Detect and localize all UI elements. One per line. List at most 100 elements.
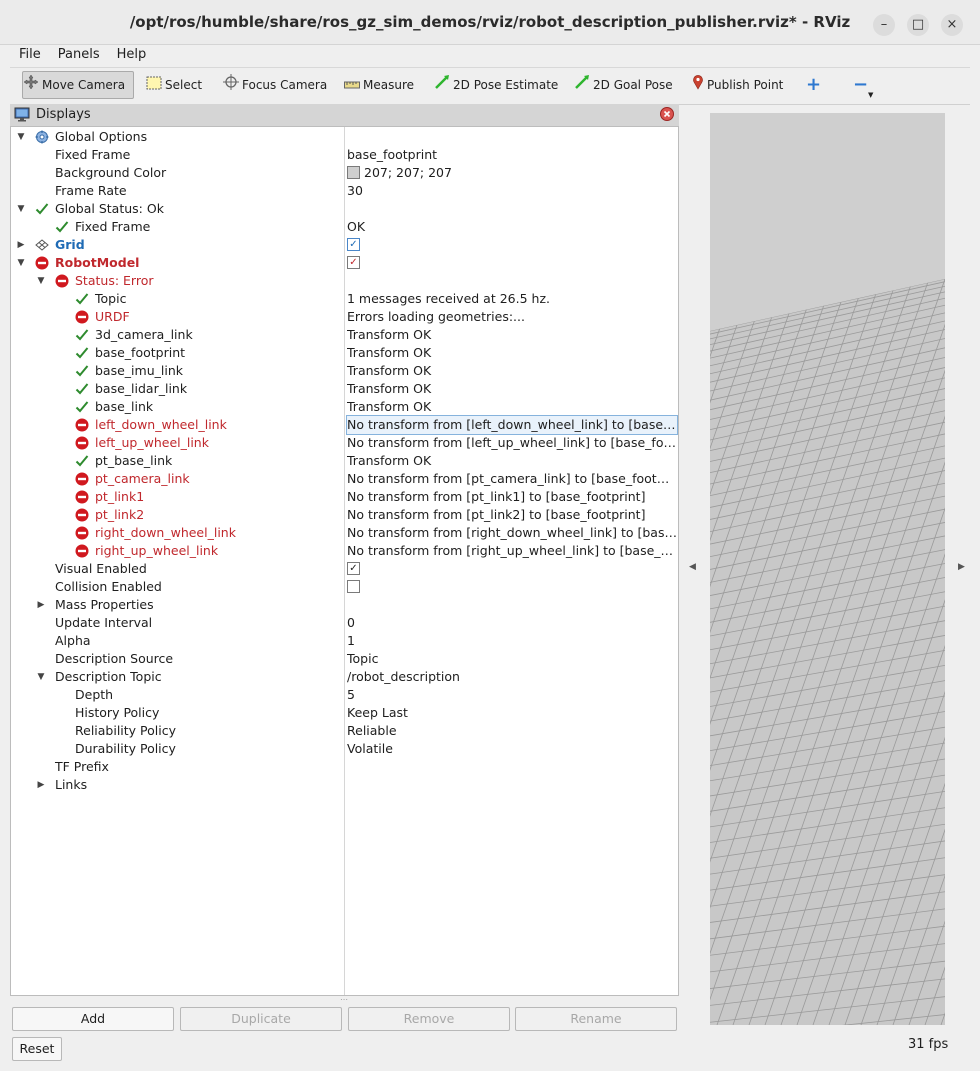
pose-estimate-tool[interactable]: 2D Pose Estimate bbox=[434, 72, 558, 98]
expand-right-icon[interactable]: ▶ bbox=[15, 236, 27, 254]
property-value[interactable]: No transform from [pt_link1] to [base_fo… bbox=[347, 488, 677, 506]
expand-right-icon[interactable]: ▶ bbox=[35, 596, 47, 614]
rename-button[interactable]: Rename bbox=[515, 1007, 677, 1031]
property-value[interactable]: Volatile bbox=[347, 740, 677, 758]
add-tool-button[interactable]: + bbox=[806, 72, 821, 98]
maximize-button[interactable]: □ bbox=[907, 14, 929, 36]
property-value[interactable]: base_footprint bbox=[347, 146, 677, 164]
enable-checkbox[interactable]: ✓ bbox=[347, 256, 360, 269]
add-display-button[interactable]: Add bbox=[12, 1007, 174, 1031]
property-value[interactable]: No transform from [right_up_wheel_link] … bbox=[347, 542, 677, 560]
property-value[interactable]: Topic bbox=[347, 650, 677, 668]
property-value[interactable]: 5 bbox=[347, 686, 677, 704]
property-value[interactable]: Transform OK bbox=[347, 380, 677, 398]
tree-row[interactable]: Update Interval 0 bbox=[11, 614, 678, 632]
reset-button[interactable]: Reset bbox=[12, 1037, 62, 1061]
tree-row[interactable]: Fixed Frame base_footprint bbox=[11, 146, 678, 164]
tree-row[interactable]: pt_camera_link No transform from [pt_came… bbox=[11, 470, 678, 488]
render-viewport[interactable] bbox=[688, 104, 970, 1034]
property-value[interactable]: No transform from [pt_link2] to [base_fo… bbox=[347, 506, 677, 524]
expand-right-icon[interactable]: ▶ bbox=[35, 776, 47, 794]
property-value[interactable]: OK bbox=[347, 218, 677, 236]
tree-row[interactable]: Visual Enabled ✓ bbox=[11, 560, 678, 578]
tree-row[interactable]: base_footprint Transform OK bbox=[11, 344, 678, 362]
tree-row[interactable]: Collision Enabled bbox=[11, 578, 678, 596]
tree-row[interactable]: ▶ Grid ✓ bbox=[11, 236, 678, 254]
close-window-button[interactable]: × bbox=[941, 14, 963, 36]
tree-row[interactable]: Fixed Frame OK bbox=[11, 218, 678, 236]
color-swatch[interactable] bbox=[347, 166, 360, 179]
tree-row[interactable]: base_link Transform OK bbox=[11, 398, 678, 416]
tree-row[interactable]: base_imu_link Transform OK bbox=[11, 362, 678, 380]
enable-checkbox[interactable]: ✓ bbox=[347, 562, 360, 575]
tree-row[interactable]: Background Color 207; 207; 207 bbox=[11, 164, 678, 182]
property-value[interactable]: 1 bbox=[347, 632, 677, 650]
tree-row[interactable]: Topic 1 messages received at 26.5 hz. bbox=[11, 290, 678, 308]
tree-row[interactable]: base_lidar_link Transform OK bbox=[11, 380, 678, 398]
tree-row[interactable]: Reliability Policy Reliable bbox=[11, 722, 678, 740]
close-panel-icon[interactable] bbox=[660, 107, 674, 124]
displays-tree[interactable]: ▼ Global Options Fixed Frame base_footprint… bbox=[10, 127, 679, 996]
remove-button[interactable]: Remove bbox=[348, 1007, 510, 1031]
tree-row[interactable]: Durability Policy Volatile bbox=[11, 740, 678, 758]
property-value[interactable]: /robot_description bbox=[347, 668, 677, 686]
minimize-button[interactable]: – bbox=[873, 14, 895, 36]
tree-row[interactable]: Depth 5 bbox=[11, 686, 678, 704]
splitter-handle[interactable]: ⋯ bbox=[340, 995, 348, 1004]
property-value[interactable]: Reliable bbox=[347, 722, 677, 740]
property-value[interactable]: ✓ bbox=[347, 560, 677, 578]
enable-checkbox[interactable]: ✓ bbox=[347, 238, 360, 251]
tree-row[interactable]: 3d_camera_link Transform OK bbox=[11, 326, 678, 344]
expand-down-icon[interactable]: ▼ bbox=[15, 254, 27, 272]
menu-help[interactable]: Help bbox=[117, 44, 147, 66]
tree-row[interactable]: TF Prefix bbox=[11, 758, 678, 776]
tree-row[interactable]: pt_base_link Transform OK bbox=[11, 452, 678, 470]
property-value[interactable]: Transform OK bbox=[347, 362, 677, 380]
move-camera-tool[interactable]: Move Camera bbox=[22, 71, 134, 99]
tree-row[interactable]: History Policy Keep Last bbox=[11, 704, 678, 722]
property-value[interactable]: Transform OK bbox=[347, 344, 677, 362]
menu-panels[interactable]: Panels bbox=[58, 44, 100, 66]
tree-row[interactable]: URDF Errors loading geometries:... bbox=[11, 308, 678, 326]
property-value[interactable]: No transform from [left_down_wheel_link]… bbox=[346, 415, 678, 435]
tree-row[interactable]: ▶ Links bbox=[11, 776, 678, 794]
property-value[interactable]: No transform from [left_up_wheel_link] t… bbox=[347, 434, 677, 452]
tree-row[interactable]: ▼ Status: Error bbox=[11, 272, 678, 290]
goal-pose-tool[interactable]: 2D Goal Pose bbox=[574, 72, 673, 98]
tree-row[interactable]: ▼ Global Status: Ok bbox=[11, 200, 678, 218]
property-value[interactable]: Transform OK bbox=[347, 326, 677, 344]
tree-row[interactable]: ▼ RobotModel ✓ bbox=[11, 254, 678, 272]
property-value[interactable]: Transform OK bbox=[347, 398, 677, 416]
expand-down-icon[interactable]: ▼ bbox=[35, 272, 47, 290]
property-value[interactable] bbox=[347, 578, 677, 596]
property-value[interactable]: 207; 207; 207 bbox=[347, 164, 677, 182]
publish-point-tool[interactable]: Publish Point bbox=[692, 72, 783, 98]
tree-row[interactable]: left_up_wheel_link No transform from [lef… bbox=[11, 434, 678, 452]
tree-row[interactable]: right_down_wheel_link No transform from [… bbox=[11, 524, 678, 542]
expand-down-icon[interactable]: ▼ bbox=[15, 128, 27, 146]
tree-row[interactable]: ▼ Global Options bbox=[11, 128, 678, 146]
tree-row[interactable]: ▶ Mass Properties bbox=[11, 596, 678, 614]
tree-row[interactable]: ▼ Description Topic/robot_description bbox=[11, 668, 678, 686]
property-value[interactable]: ✓ bbox=[347, 236, 677, 254]
focus-camera-tool[interactable]: Focus Camera bbox=[223, 72, 327, 98]
property-value[interactable]: No transform from [right_down_wheel_link… bbox=[347, 524, 677, 542]
property-value[interactable]: 0 bbox=[347, 614, 677, 632]
enable-checkbox[interactable] bbox=[347, 580, 360, 593]
property-value[interactable]: No transform from [pt_camera_link] to [b… bbox=[347, 470, 677, 488]
remove-tool-button[interactable]: − bbox=[853, 72, 868, 98]
property-value[interactable]: 30 bbox=[347, 182, 677, 200]
tree-row[interactable]: Description Source Topic bbox=[11, 650, 678, 668]
property-value[interactable]: 1 messages received at 26.5 hz. bbox=[347, 290, 677, 308]
tree-row[interactable]: Alpha 1 bbox=[11, 632, 678, 650]
menu-file[interactable]: File bbox=[19, 44, 41, 66]
expand-down-icon[interactable]: ▼ bbox=[15, 200, 27, 218]
tree-row[interactable]: pt_link1 No transform from [pt_link1] to … bbox=[11, 488, 678, 506]
measure-tool[interactable]: Measure bbox=[344, 72, 414, 98]
property-value[interactable]: Transform OK bbox=[347, 452, 677, 470]
property-value[interactable]: ✓ bbox=[347, 254, 677, 272]
tree-row[interactable]: Frame Rate 30 bbox=[11, 182, 678, 200]
duplicate-button[interactable]: Duplicate bbox=[180, 1007, 342, 1031]
property-value[interactable]: Errors loading geometries:... bbox=[347, 308, 677, 326]
property-value[interactable]: Keep Last bbox=[347, 704, 677, 722]
